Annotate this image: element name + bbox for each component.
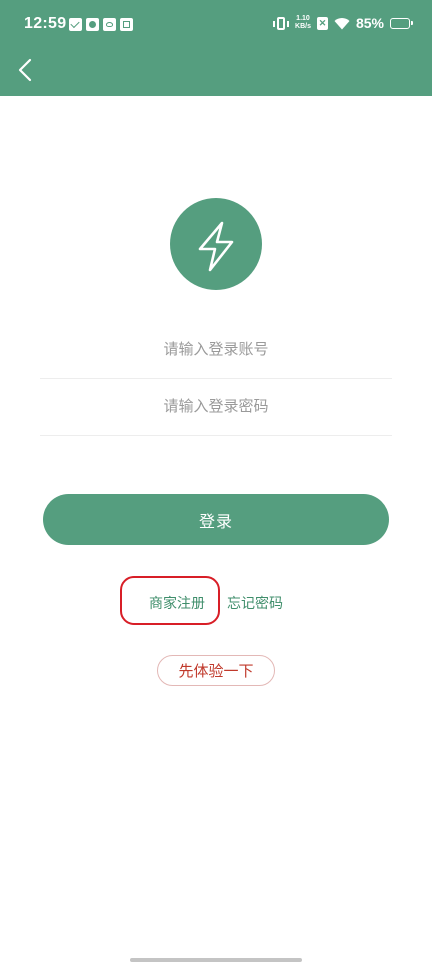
no-sim-icon: ✕ [316,16,328,30]
status-bar: 12:59 1.10 KB/s ✕ 85% [0,0,432,50]
wifi-icon [334,17,350,29]
chevron-left-icon [18,58,32,82]
login-button[interactable]: 登录 [43,494,389,545]
home-indicator[interactable] [130,958,302,962]
network-speed-unit: KB/s [295,23,311,30]
system-icons: 1.10 KB/s ✕ 85% [273,15,413,31]
password-input[interactable] [40,377,392,435]
notification-icons [69,18,133,31]
forgot-password-link[interactable]: 忘记密码 [227,593,283,613]
password-field-row [40,377,392,436]
back-button[interactable] [14,56,38,84]
try-first-button[interactable]: 先体验一下 [157,655,275,686]
store-notification-icon [120,18,133,31]
account-field-row [40,320,392,379]
account-input[interactable] [40,320,392,378]
battery-percent: 85% [355,15,384,31]
network-speed-value: 1.10 [296,15,310,22]
app-logo [170,198,262,290]
mail-notification-icon [69,18,82,31]
status-time: 12:59 [24,15,67,32]
merchant-register-link[interactable]: 商家注册 [149,593,205,613]
weibo-notification-icon [103,18,116,31]
lightning-bolt-icon [198,221,234,272]
battery-icon [390,17,413,29]
vibrate-icon [273,16,290,30]
network-speed: 1.10 KB/s [295,15,311,31]
app-notification-icon [86,18,99,31]
app-header: 12:59 1.10 KB/s ✕ 85% [0,0,432,96]
